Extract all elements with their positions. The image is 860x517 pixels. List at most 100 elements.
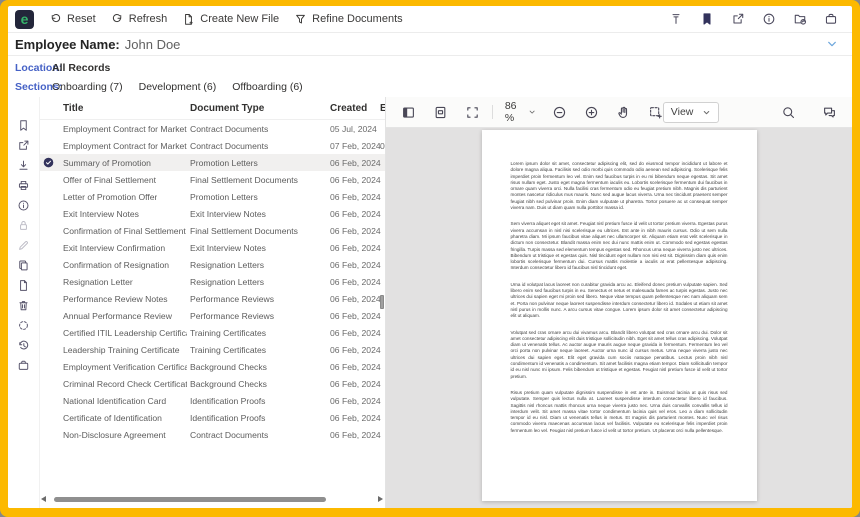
refine-documents-button[interactable]: Refine Documents: [294, 13, 403, 26]
page-preview-icon[interactable]: [433, 105, 448, 120]
info-icon[interactable]: [762, 12, 776, 26]
zoom-level-dropdown[interactable]: 86 %: [505, 100, 536, 124]
cell-created: 05 Jul, 2024: [330, 124, 377, 134]
trash-icon[interactable]: [17, 299, 30, 312]
history-icon[interactable]: [17, 339, 30, 352]
cell-document-type: Performance Reviews: [190, 311, 274, 321]
table-row[interactable]: Confirmation of ResignationResignation L…: [40, 256, 385, 273]
zoom-in-icon[interactable]: [584, 105, 599, 120]
table-row[interactable]: Employment Contract for Marketing...Cont…: [40, 137, 385, 154]
cell-document-type: Contract Documents: [190, 430, 268, 440]
cell-created: 06 Feb, 2024: [330, 362, 381, 372]
table-row[interactable]: Employment Contract for Marketing...Cont…: [40, 120, 385, 137]
column-header[interactable]: Title: [63, 103, 83, 114]
viewer-panel: 86 % View Lorem ipsum dolor sit amet, co…: [385, 97, 852, 508]
table-row[interactable]: Offer of Final Settlement Final Settlemen…: [40, 171, 385, 188]
table-body: Employment Contract for Marketing... Cont…: [40, 120, 385, 443]
cell-document-type: Background Checks: [190, 362, 267, 372]
table-row[interactable]: Resignation LetterResignation Letters06 …: [40, 273, 385, 290]
zoom-out-icon[interactable]: [552, 105, 567, 120]
bookmark-outline-icon[interactable]: [17, 119, 30, 132]
page-icon[interactable]: [17, 279, 30, 292]
table-row[interactable]: Performance Review NotesPerformance Revi…: [40, 290, 385, 307]
cell-document-type: Exit Interview Notes: [190, 243, 266, 253]
check-circle-icon: [43, 157, 54, 168]
copy-icon[interactable]: [17, 259, 30, 272]
cell-document-type: Final Settlement Documents: [190, 175, 298, 185]
scroll-right-arrow[interactable]: [378, 496, 383, 502]
viewer-left-icons: [401, 105, 480, 120]
horizontal-scrollbar-thumb[interactable]: [54, 497, 326, 502]
cell-created: 06 Feb, 2024: [330, 192, 381, 202]
app-window: e Reset Refresh Create New File Refine Docu…: [8, 6, 852, 508]
pin-icon[interactable]: [669, 12, 683, 26]
toolbar-right-icons: [669, 12, 838, 26]
pan-icon[interactable]: [616, 105, 631, 120]
briefcase-icon[interactable]: [824, 12, 838, 26]
table-row[interactable]: National Identification CardIdentificati…: [40, 392, 385, 409]
cell-title: Exit Interview Notes: [63, 209, 139, 219]
chevron-down-icon[interactable]: [826, 38, 838, 50]
cell-document-type: Promotion Letters: [190, 158, 258, 168]
table-row[interactable]: Confirmation of Final SettlementFinal Se…: [40, 222, 385, 239]
table-row[interactable]: Certified ITIL Leadership CertificateTra…: [40, 324, 385, 341]
scroll-left-arrow[interactable]: [41, 496, 46, 502]
table-row[interactable]: Certificate of IdentificationIdentificat…: [40, 409, 385, 426]
share-icon[interactable]: [17, 139, 30, 152]
view-dropdown[interactable]: View: [663, 102, 719, 123]
section-onboarding[interactable]: Onboarding (7): [52, 81, 123, 93]
table-row[interactable]: Annual Performance ReviewPerformance Rev…: [40, 307, 385, 324]
section-offboarding[interactable]: Offboarding (6): [232, 81, 302, 93]
refresh-button[interactable]: Refresh: [111, 13, 168, 26]
cell-title: Employment Contract for Marketing...: [63, 141, 187, 151]
cell-created: 06 Feb, 2024: [330, 158, 381, 168]
documents-table: Title Document Type Created E Employment Co…: [40, 97, 385, 508]
app-logo-icon: e: [15, 10, 34, 29]
table-row[interactable]: Exit Interview ConfirmationExit Intervie…: [40, 239, 385, 256]
info-icon[interactable]: [17, 199, 30, 212]
download-icon[interactable]: [17, 159, 30, 172]
cell-document-type: Resignation Letters: [190, 260, 264, 270]
document-paragraph: Risus pretium quam vulputate dignissim s…: [511, 390, 728, 434]
chevron-down-icon: [702, 108, 711, 117]
table-row[interactable]: Exit Interview NotesExit Interview Notes…: [40, 205, 385, 222]
viewer-right-icons: [781, 105, 837, 120]
section-development[interactable]: Development (6): [139, 81, 217, 93]
fullscreen-icon[interactable]: [465, 105, 480, 120]
sections-row: Sections: Onboarding (7)Development (6)O…: [8, 79, 852, 94]
search-icon[interactable]: [781, 105, 796, 120]
briefcase-icon[interactable]: [17, 359, 30, 372]
table-row[interactable]: Non-Disclosure AgreementContract Documen…: [40, 426, 385, 443]
cell-title: Employment Contract for Marketing...: [63, 124, 187, 134]
refresh-icon: [111, 13, 124, 26]
column-header[interactable]: E: [380, 103, 385, 114]
chevron-down-icon: [528, 107, 536, 117]
comments-icon[interactable]: [822, 105, 837, 120]
table-row[interactable]: Leadership Training CertificateTraining …: [40, 341, 385, 358]
column-header[interactable]: Document Type: [190, 103, 264, 114]
bookmark-filled-icon[interactable]: [700, 12, 714, 26]
employee-name-value: John Doe: [125, 37, 181, 52]
cell-title: Employment Verification Certificate: [63, 362, 187, 372]
cell-title: Offer of Final Settlement: [63, 175, 156, 185]
cell-document-type: Resignation Letters: [190, 277, 264, 287]
printer-icon[interactable]: [17, 179, 30, 192]
create-new-file-button[interactable]: Create New File: [182, 13, 279, 26]
vertical-scrollbar-thumb[interactable]: [380, 295, 384, 309]
cell-created: 06 Feb, 2024: [330, 209, 381, 219]
toolbar-button-label: Refine Documents: [312, 13, 403, 25]
folder-sync-icon[interactable]: [793, 12, 807, 26]
sync-icon[interactable]: [17, 319, 30, 332]
reset-button[interactable]: Reset: [49, 13, 96, 26]
table-row[interactable]: Employment Verification CertificateBackg…: [40, 358, 385, 375]
panel-toggle-icon[interactable]: [401, 105, 416, 120]
share-icon[interactable]: [731, 12, 745, 26]
table-row[interactable]: Criminal Record Check CertificateBackgro…: [40, 375, 385, 392]
viewer-canvas[interactable]: Lorem ipsum dolor sit amet, consectetur …: [386, 128, 852, 508]
marquee-icon[interactable]: [648, 105, 663, 120]
file-plus-icon: [182, 13, 195, 26]
cell-title: Letter of Promotion Offer: [63, 192, 157, 202]
table-row[interactable]: Letter of Promotion OfferPromotion Lette…: [40, 188, 385, 205]
table-row[interactable]: Summary of PromotionPromotion Letters06 …: [40, 154, 385, 171]
column-header[interactable]: Created: [330, 103, 367, 114]
